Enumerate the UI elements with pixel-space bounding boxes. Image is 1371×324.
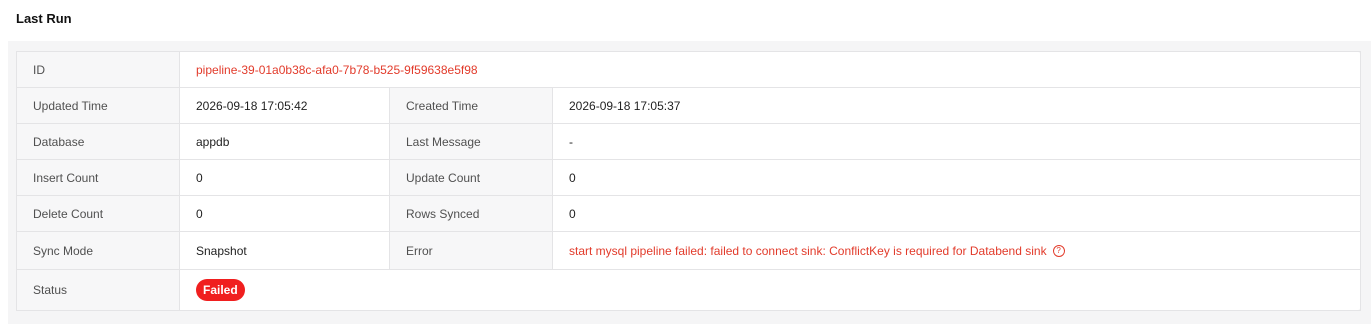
status-value-cell: Failed: [179, 269, 1361, 311]
rows-synced-value: 0: [552, 195, 1361, 232]
update-count-label: Update Count: [389, 159, 553, 196]
section-title: Last Run: [16, 11, 72, 26]
sync-mode-label: Sync Mode: [16, 231, 180, 270]
id-value-cell: pipeline-39-01a0b38c-afa0-7b78-b525-9f59…: [179, 51, 1361, 88]
pipeline-id-link[interactable]: pipeline-39-01a0b38c-afa0-7b78-b525-9f59…: [196, 63, 478, 77]
updated-time-label: Updated Time: [16, 87, 180, 124]
table-row: ID pipeline-39-01a0b38c-afa0-7b78-b525-9…: [16, 51, 1361, 88]
question-circle-icon[interactable]: ?: [1052, 245, 1065, 258]
insert-count-value: 0: [179, 159, 390, 196]
table-row: Insert Count 0 Update Count 0: [16, 159, 1361, 196]
table-row: Updated Time 2026-09-18 17:05:42 Created…: [16, 87, 1361, 124]
table-row: Sync Mode Snapshot Error start mysql pip…: [16, 231, 1361, 270]
update-count-value: 0: [552, 159, 1361, 196]
created-time-value: 2026-09-18 17:05:37: [552, 87, 1361, 124]
table-row: Delete Count 0 Rows Synced 0: [16, 195, 1361, 232]
last-run-details-table: ID pipeline-39-01a0b38c-afa0-7b78-b525-9…: [16, 51, 1361, 311]
table-row: Status Failed: [16, 269, 1361, 311]
id-label: ID: [16, 51, 180, 88]
last-message-label: Last Message: [389, 123, 553, 160]
sync-mode-value: Snapshot: [179, 231, 390, 270]
error-value-cell: start mysql pipeline failed: failed to c…: [552, 231, 1361, 270]
status-label: Status: [16, 269, 180, 311]
delete-count-label: Delete Count: [16, 195, 180, 232]
error-label: Error: [389, 231, 553, 270]
delete-count-value: 0: [179, 195, 390, 232]
error-message: start mysql pipeline failed: failed to c…: [569, 243, 1047, 258]
last-message-value: -: [552, 123, 1361, 160]
created-time-label: Created Time: [389, 87, 553, 124]
rows-synced-label: Rows Synced: [389, 195, 553, 232]
database-value: appdb: [179, 123, 390, 160]
insert-count-label: Insert Count: [16, 159, 180, 196]
updated-time-value: 2026-09-18 17:05:42: [179, 87, 390, 124]
table-row: Database appdb Last Message -: [16, 123, 1361, 160]
database-label: Database: [16, 123, 180, 160]
status-badge: Failed: [196, 279, 245, 301]
